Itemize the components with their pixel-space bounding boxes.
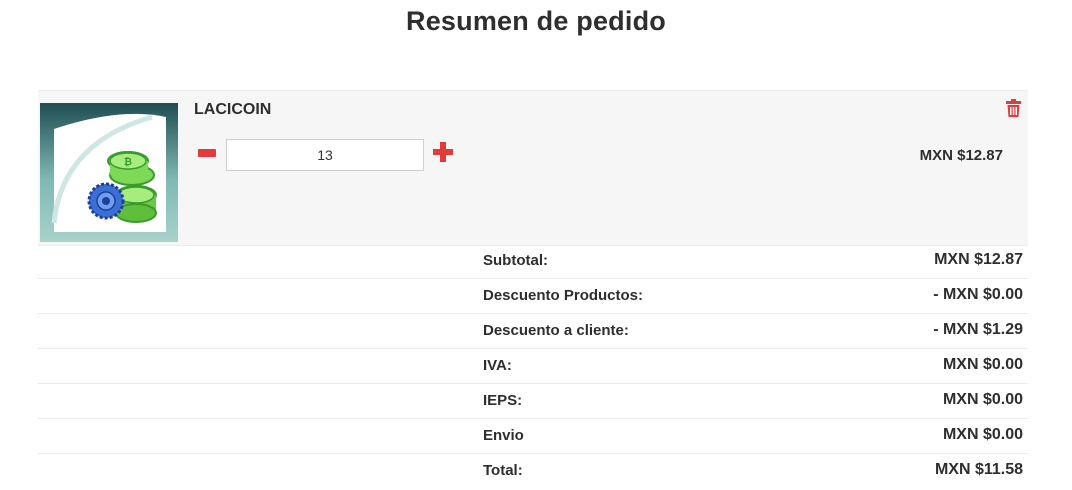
summary-label: IEPS:	[483, 392, 523, 409]
summary-label: Descuento a cliente:	[483, 322, 629, 339]
summary-row-customer-discount: Descuento a cliente: - MXN $1.29	[38, 314, 1028, 349]
cart-item-row: ₿ LACICOIN MXN $12.87	[38, 90, 1028, 246]
summary-row-total: Total: MXN $11.58	[38, 454, 1028, 488]
summary-value: MXN $11.58	[934, 461, 1023, 478]
summary-label: Envio	[483, 427, 524, 444]
summary-row-shipping: Envio MXN $0.00	[38, 419, 1028, 454]
trash-icon	[1006, 99, 1021, 117]
coins-product-icon: ₿	[40, 103, 178, 242]
item-price: MXN $12.87	[919, 147, 1003, 164]
summary-label: Subtotal:	[483, 252, 548, 269]
quantity-input[interactable]	[226, 139, 424, 171]
delete-item-button[interactable]	[1006, 99, 1021, 117]
summary-label: Descuento Productos:	[483, 287, 644, 304]
product-image[interactable]: ₿	[40, 103, 178, 242]
svg-text:₿: ₿	[124, 156, 132, 168]
page-title: Resumen de pedido	[406, 6, 666, 36]
summary-row-product-discount: Descuento Productos: - MXN $0.00	[38, 279, 1028, 314]
summary-value: - MXN $1.29	[933, 321, 1023, 338]
summary-label: Total:	[483, 462, 523, 479]
summary-label: IVA:	[483, 357, 512, 374]
summary-value: MXN $0.00	[942, 426, 1023, 443]
order-summary: Subtotal: MXN $12.87 Descuento Productos…	[38, 244, 1028, 488]
summary-value: MXN $0.00	[942, 356, 1023, 373]
summary-value: - MXN $0.00	[933, 286, 1023, 303]
summary-row-subtotal: Subtotal: MXN $12.87	[38, 244, 1028, 279]
summary-value: MXN $12.87	[934, 251, 1023, 268]
quantity-decrease-button[interactable]	[198, 149, 216, 157]
quantity-increase-button[interactable]	[433, 142, 453, 162]
summary-row-iva: IVA: MXN $0.00	[38, 349, 1028, 384]
summary-row-ieps: IEPS: MXN $0.00	[38, 384, 1028, 419]
summary-value: MXN $0.00	[942, 391, 1023, 408]
product-name[interactable]: LACICOIN	[194, 101, 271, 119]
